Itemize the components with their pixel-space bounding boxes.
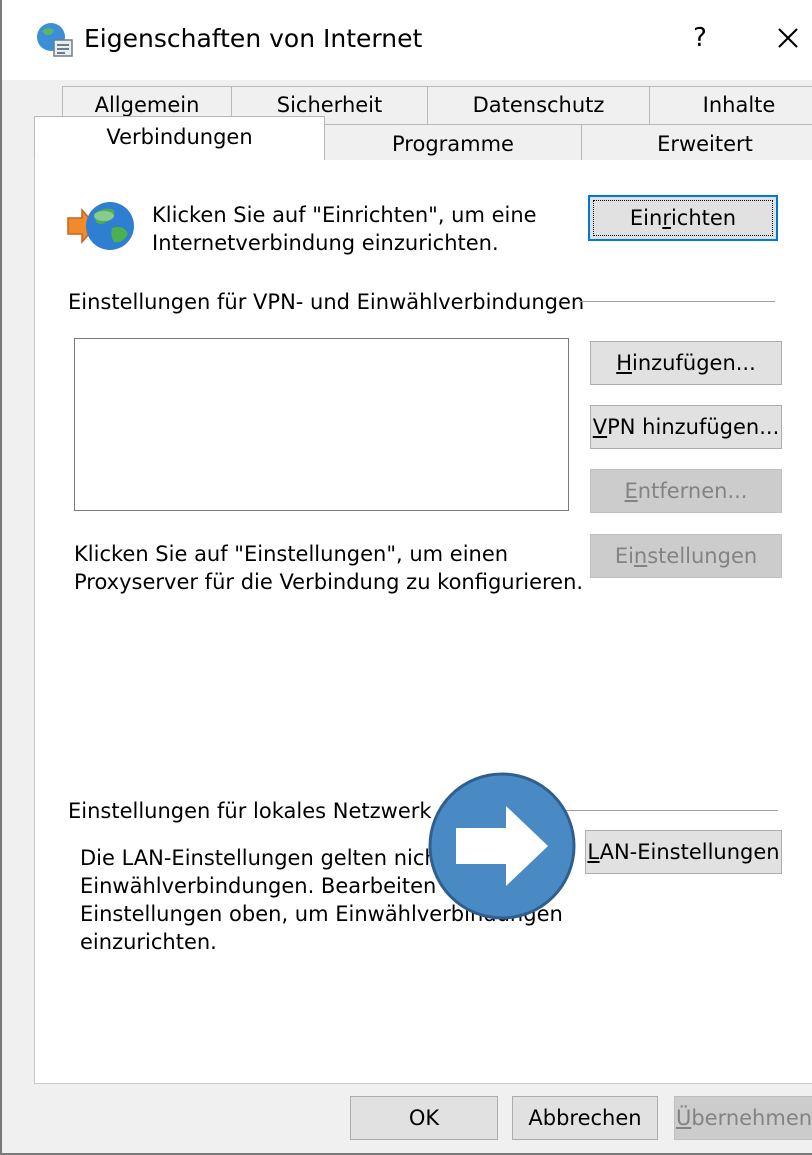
setup-text-line1: Klicken Sie auf "Einrichten", um eine: [152, 203, 537, 227]
uebernehmen-label: bernehmen: [691, 1106, 812, 1130]
lan-einstellungen-button[interactable]: LAN-Einstellungen: [585, 830, 782, 874]
tab-verbindungen[interactable]: Verbindungen: [34, 116, 325, 158]
tab-inhalte[interactable]: Inhalte: [649, 86, 812, 124]
ok-button[interactable]: OK: [350, 1096, 498, 1140]
tab-programme[interactable]: Programme: [324, 124, 582, 160]
entfernen-mnemonic: E: [624, 479, 638, 503]
hinzufuegen-label: inzufügen...: [632, 351, 756, 375]
lan-group-separator: [562, 810, 778, 811]
internet-properties-dialog: Eigenschaften von Internet ? Allgemein S…: [0, 0, 812, 1155]
lan-einstellungen-label: AN-Einstellungen: [599, 840, 780, 864]
connections-list[interactable]: [74, 338, 569, 511]
close-icon[interactable]: [766, 16, 810, 60]
einstellungen-label-b: stellungen: [647, 544, 758, 568]
vpn-hinzufuegen-button[interactable]: VPN hinzufügen...: [590, 405, 782, 449]
proxy-text-line1: Klicken Sie auf "Einstellungen", um eine…: [74, 542, 509, 566]
uebernehmen-button[interactable]: Übernehmen: [674, 1096, 812, 1140]
lan-desc-line2: Einwählverbindungen. Bearbeiten Sie: [80, 874, 476, 898]
einstellungen-button[interactable]: Einstellungen: [590, 534, 782, 578]
entfernen-label: ntfernen...: [637, 479, 748, 503]
einrichten-button[interactable]: Einrichten: [588, 195, 778, 241]
setup-text-line2: Internetverbindung einzurichten.: [152, 231, 499, 255]
globe-arrow-icon: [67, 202, 134, 250]
vpn-hinzufuegen-label: PN hinzufügen...: [607, 415, 780, 439]
einstellungen-label-a: Ei: [614, 544, 634, 568]
lan-desc-line4: einzurichten.: [80, 930, 217, 954]
proxy-text-line2: Proxyserver für die Verbindung zu konfig…: [74, 570, 584, 594]
dialog-title: Eigenschaften von Internet: [84, 24, 423, 53]
vpn-group-separator: [579, 301, 775, 302]
uebernehmen-mnemonic: Ü: [675, 1106, 692, 1130]
lan-einstellungen-mnemonic: L: [587, 840, 600, 864]
hinzufuegen-button[interactable]: Hinzufügen...: [590, 341, 782, 385]
help-button[interactable]: ?: [682, 18, 718, 58]
vpn-group-label: Einstellungen für VPN- und Einwählverbin…: [68, 290, 585, 314]
tab-erweitert[interactable]: Erweitert: [581, 124, 812, 160]
tab-datenschutz[interactable]: Datenschutz: [427, 86, 650, 124]
focus-rect: [593, 200, 773, 236]
einstellungen-mnemonic: n: [633, 544, 648, 568]
lan-group-label: Einstellungen für lokales Netzwerk: [68, 799, 432, 823]
title-bar[interactable]: Eigenschaften von Internet ?: [2, 0, 812, 80]
abbrechen-button[interactable]: Abbrechen: [512, 1096, 658, 1140]
hinzufuegen-mnemonic: H: [616, 351, 633, 375]
entfernen-button[interactable]: Entfernen...: [590, 469, 782, 513]
arrow-right-icon: [428, 772, 576, 920]
vpn-hinzufuegen-mnemonic: V: [592, 415, 608, 439]
lan-desc-line1: Die LAN-Einstellungen gelten nicht fü: [80, 846, 474, 870]
internet-options-icon: [37, 23, 73, 57]
